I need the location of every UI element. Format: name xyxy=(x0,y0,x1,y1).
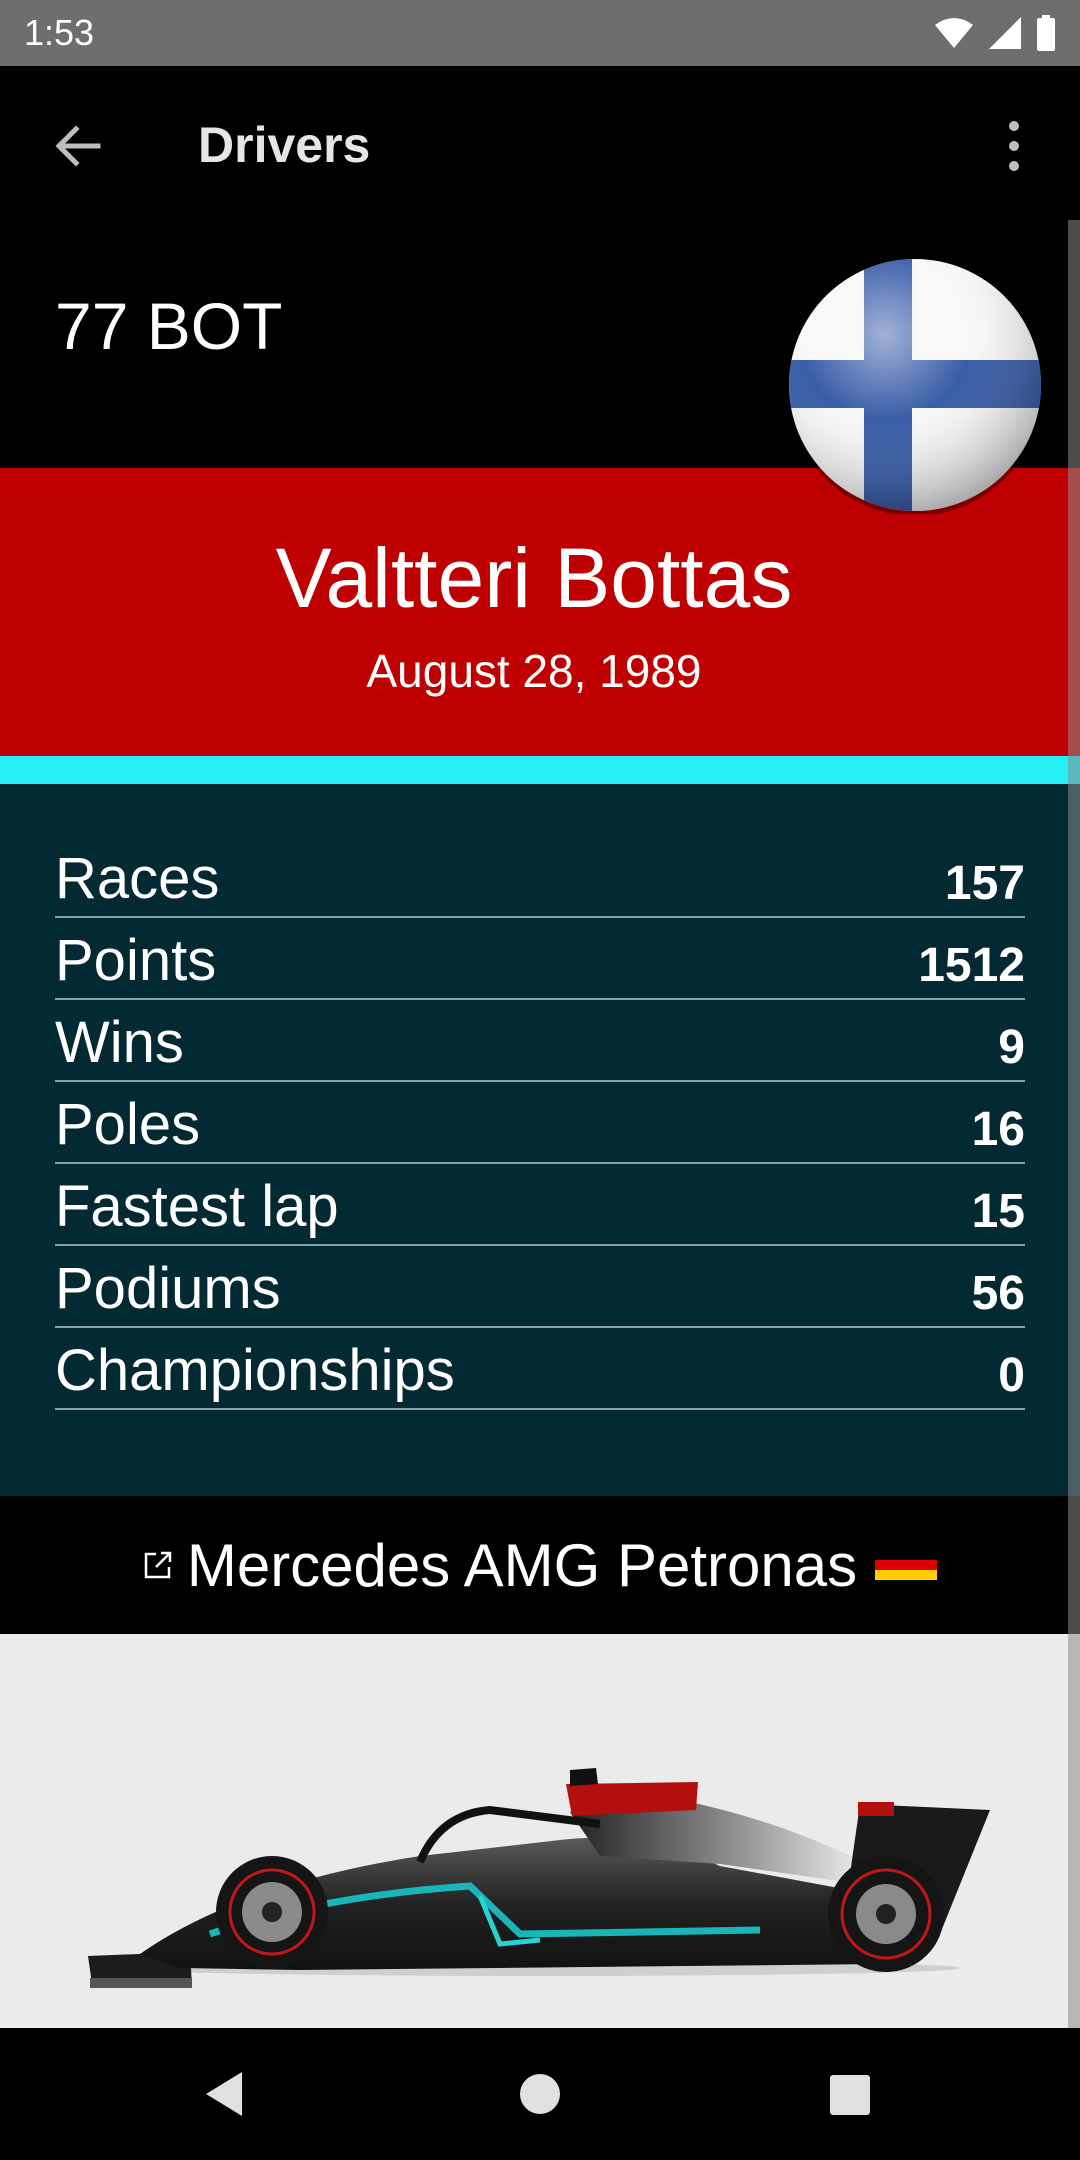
team-bar: Mercedes AMG Petronas xyxy=(0,1496,1080,1634)
more-options-icon[interactable] xyxy=(996,116,1032,176)
stat-value: 1512 xyxy=(918,939,1025,992)
stat-row-wins: Wins 9 xyxy=(55,1000,1025,1082)
driver-name: Valtteri Bottas xyxy=(275,531,793,625)
stat-row-podiums: Podiums 56 xyxy=(55,1246,1025,1328)
team-link[interactable]: Mercedes AMG Petronas xyxy=(143,1531,938,1600)
cellular-signal-icon xyxy=(989,17,1021,49)
stat-row-points: Points 1512 xyxy=(55,918,1025,1000)
stat-label: Poles xyxy=(55,1092,201,1157)
stat-label: Podiums xyxy=(55,1256,281,1321)
battery-icon xyxy=(1037,15,1055,51)
wifi-icon xyxy=(935,18,973,48)
car-image-area xyxy=(0,1634,1080,2028)
scrollbar[interactable] xyxy=(1068,220,1080,2030)
stat-value: 157 xyxy=(944,857,1025,910)
app-bar-title: Drivers xyxy=(198,117,371,173)
status-time: 1:53 xyxy=(24,12,95,53)
stats-table: Races 157 Points 1512 Wins 9 Poles 16 Fa… xyxy=(0,784,1080,1496)
status-bar: 1:53 xyxy=(0,0,1080,66)
stat-label: Wins xyxy=(55,1010,184,1075)
nav-back-icon[interactable] xyxy=(200,2068,246,2120)
finland-flag-icon xyxy=(789,259,1041,514)
stat-value: 9 xyxy=(998,1021,1025,1074)
stat-value: 0 xyxy=(998,1349,1025,1402)
stat-label: Fastest lap xyxy=(55,1174,339,1239)
stat-row-poles: Poles 16 xyxy=(55,1082,1025,1164)
nav-home-icon[interactable] xyxy=(518,2072,562,2116)
navigation-bar xyxy=(0,2028,1080,2160)
back-arrow-icon[interactable] xyxy=(50,118,106,174)
germany-flag-icon xyxy=(875,1550,938,1580)
stat-row-fastest-lap: Fastest lap 15 xyxy=(55,1164,1025,1246)
driver-code: 77 BOT xyxy=(55,289,283,363)
external-link-icon xyxy=(144,1551,172,1579)
stat-value: 15 xyxy=(971,1185,1025,1238)
team-name: Mercedes AMG Petronas xyxy=(186,1531,858,1599)
stat-value: 56 xyxy=(971,1267,1025,1320)
stat-label: Points xyxy=(55,928,217,993)
team-color-stripe xyxy=(0,756,1080,784)
stat-row-championships: Championships 0 xyxy=(55,1328,1025,1410)
app-bar: Drivers xyxy=(0,66,1080,220)
status-icons xyxy=(934,15,1056,51)
stat-row-races: Races 157 xyxy=(55,836,1025,918)
rear-wheel xyxy=(828,1856,944,1972)
race-car-image xyxy=(88,1768,990,1988)
stat-label: Championships xyxy=(55,1338,455,1403)
driver-birthdate: August 28, 1989 xyxy=(366,645,702,697)
front-wheel xyxy=(216,1856,328,1968)
stat-label: Races xyxy=(55,846,220,911)
nav-recents-icon[interactable] xyxy=(829,2074,871,2116)
stat-value: 16 xyxy=(971,1103,1025,1156)
